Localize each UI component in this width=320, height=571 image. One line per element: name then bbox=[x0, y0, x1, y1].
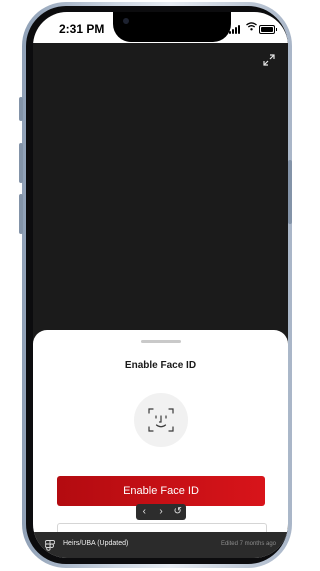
status-time: 2:31 PM bbox=[59, 22, 105, 36]
silent-switch bbox=[19, 97, 23, 121]
battery-icon bbox=[259, 25, 277, 34]
file-name[interactable]: Heirs/UBA (Updated) bbox=[63, 540, 128, 547]
sheet-title: Enable Face ID bbox=[124, 360, 197, 371]
enable-face-id-button[interactable]: Enable Face ID bbox=[57, 476, 265, 506]
face-id-sheet: Enable Face ID Enable Face ID ‹ › ↺ bbox=[33, 330, 288, 558]
volume-down-button bbox=[19, 194, 23, 234]
edited-timestamp: Edited 7 months ago bbox=[220, 541, 276, 547]
notch bbox=[113, 12, 231, 42]
figma-icon bbox=[44, 539, 56, 551]
chevron-right-icon[interactable]: › bbox=[155, 504, 167, 520]
status-bar: 2:31 PM bbox=[33, 12, 288, 43]
phone-screen: 2:31 PM Enable Face ID Enable Face ID ‹ … bbox=[33, 12, 288, 558]
volume-up-button bbox=[19, 143, 23, 183]
figma-footer: Heirs/UBA (Updated) Edited 7 months ago bbox=[33, 532, 288, 558]
face-id-icon bbox=[134, 393, 188, 447]
power-button bbox=[288, 160, 292, 224]
sheet-handle[interactable] bbox=[141, 340, 181, 343]
expand-icon[interactable] bbox=[261, 52, 277, 68]
restart-icon[interactable]: ↺ bbox=[172, 504, 184, 520]
wifi-icon bbox=[246, 22, 257, 34]
camera-icon bbox=[123, 18, 129, 24]
prototype-nav: ‹ › ↺ bbox=[136, 504, 186, 520]
chevron-left-icon[interactable]: ‹ bbox=[138, 504, 150, 520]
